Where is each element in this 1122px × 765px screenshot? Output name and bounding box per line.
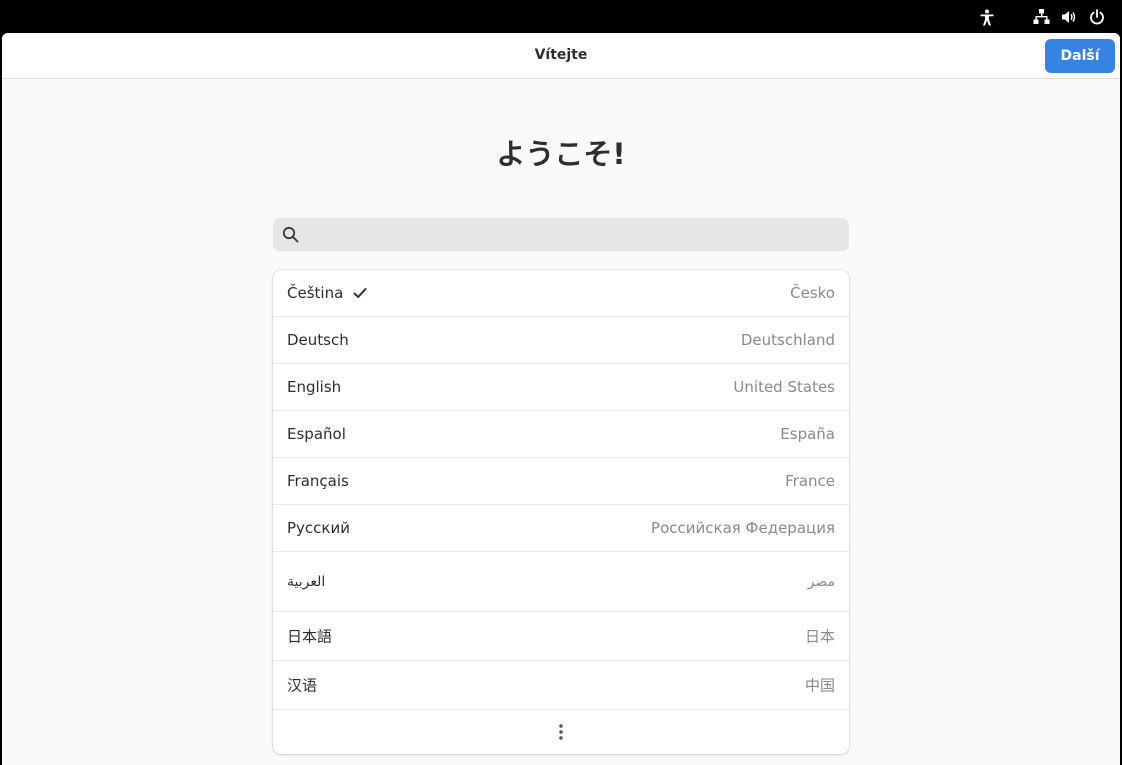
language-name: English xyxy=(287,378,342,396)
language-list: Čeština Česko Deutsch Deutschland Englis… xyxy=(273,270,849,754)
top-bar xyxy=(0,0,1122,33)
list-item-chinese[interactable]: 汉语 中国 xyxy=(273,661,849,710)
language-name: Čeština xyxy=(287,284,344,302)
list-item-japanese[interactable]: 日本語 日本 xyxy=(273,612,849,661)
language-region: 中国 xyxy=(804,676,835,695)
language-name: العربية xyxy=(287,573,326,590)
list-item-cestina[interactable]: Čeština Česko xyxy=(273,270,849,317)
language-name: Français xyxy=(287,472,349,490)
search-icon xyxy=(282,226,299,243)
language-name: Русский xyxy=(287,519,350,537)
next-button[interactable]: Další xyxy=(1045,39,1115,73)
more-languages-button[interactable] xyxy=(273,710,849,754)
header-bar: Vítejte Další xyxy=(2,33,1120,79)
setup-window: Vítejte Další ようこそ! Čeština Česko Deutsc… xyxy=(2,33,1120,765)
search-input[interactable] xyxy=(307,218,843,251)
language-name: Español xyxy=(287,425,346,443)
welcome-heading: ようこそ! xyxy=(496,137,626,171)
list-item-espanol[interactable]: Español España xyxy=(273,411,849,458)
accessibility-icon[interactable] xyxy=(978,8,996,26)
language-region: Deutschland xyxy=(740,331,835,349)
more-vertical-icon xyxy=(559,724,563,740)
volume-icon[interactable] xyxy=(1060,8,1078,26)
list-item-russian[interactable]: Русский Российская Федерация xyxy=(273,505,849,552)
language-region: Российская Федерация xyxy=(651,519,835,537)
list-item-francais[interactable]: Français France xyxy=(273,458,849,505)
search-box[interactable] xyxy=(273,218,849,251)
network-wired-icon[interactable] xyxy=(1032,8,1050,26)
list-item-english[interactable]: English United States xyxy=(273,364,849,411)
language-region: مصر xyxy=(807,573,835,590)
language-region: United States xyxy=(733,378,835,396)
power-icon[interactable] xyxy=(1088,8,1106,26)
language-region: 日本 xyxy=(804,627,835,646)
list-item-deutsch[interactable]: Deutsch Deutschland xyxy=(273,317,849,364)
language-name: 日本語 xyxy=(287,627,333,646)
checkmark-icon xyxy=(353,288,367,298)
language-region: España xyxy=(780,425,835,443)
page-title: Vítejte xyxy=(534,47,588,63)
language-name: 汉语 xyxy=(287,676,318,695)
language-name: Deutsch xyxy=(287,331,349,349)
language-region: France xyxy=(785,472,835,490)
list-item-arabic[interactable]: العربية مصر xyxy=(273,552,849,612)
language-region: Česko xyxy=(790,284,835,302)
